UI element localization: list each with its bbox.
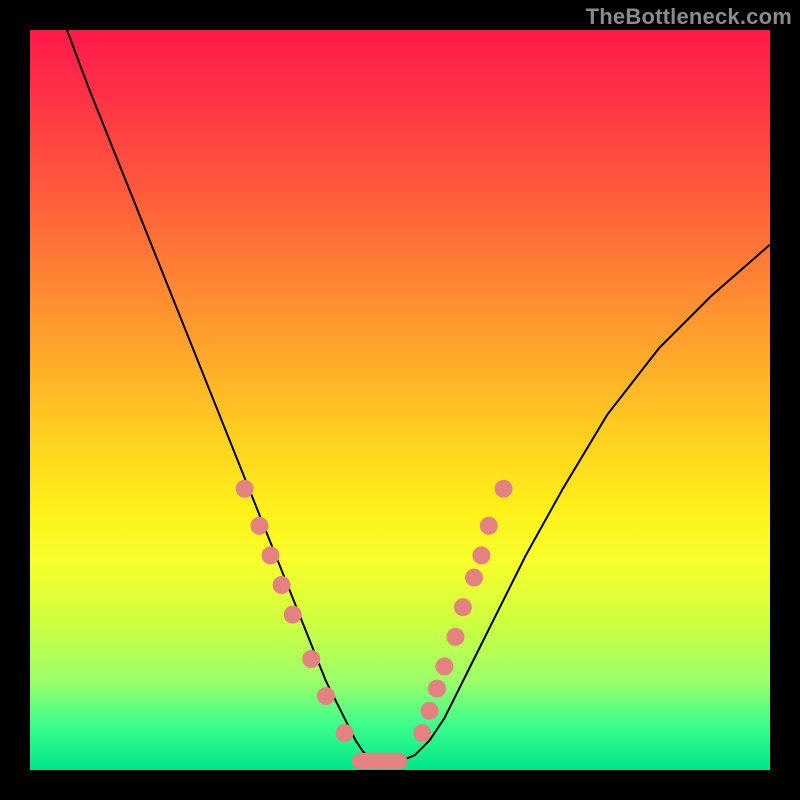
marker-right	[480, 517, 498, 535]
marker-left	[250, 517, 268, 535]
marker-right	[435, 657, 453, 675]
marker-right	[465, 569, 483, 587]
marker-right	[495, 480, 513, 498]
marker-left	[336, 724, 354, 742]
marker-right	[413, 724, 431, 742]
marker-left	[262, 546, 280, 564]
marker-left	[273, 576, 291, 594]
marker-left	[236, 480, 254, 498]
marker-left	[284, 606, 302, 624]
marker-right	[428, 680, 446, 698]
marker-left	[302, 650, 320, 668]
marker-right	[447, 628, 465, 646]
marker-right	[454, 598, 472, 616]
marker-right	[421, 702, 439, 720]
marker-right	[472, 546, 490, 564]
chart-container: TheBottleneck.com	[0, 0, 800, 800]
plot-area	[30, 30, 770, 770]
watermark-text: TheBottleneck.com	[586, 4, 792, 30]
chart-svg	[30, 30, 770, 770]
bottleneck-curve	[67, 30, 770, 763]
marker-left	[317, 687, 335, 705]
trough-band	[352, 753, 408, 769]
